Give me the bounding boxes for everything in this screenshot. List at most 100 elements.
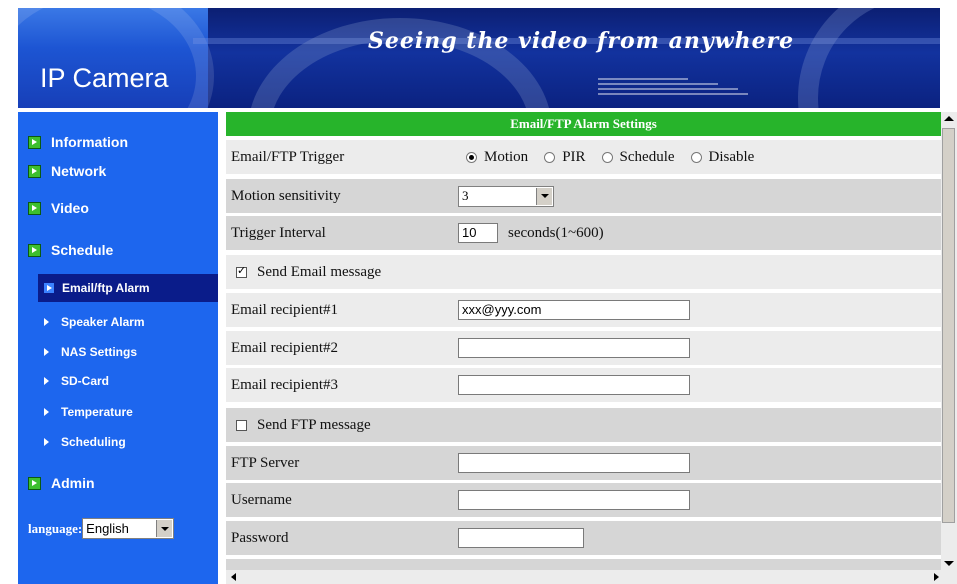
trigger-option-pir[interactable]: PIR xyxy=(544,148,586,166)
language-select[interactable]: English xyxy=(82,518,175,539)
sidebar-item-schedule[interactable]: Schedule xyxy=(28,242,113,258)
password-input[interactable] xyxy=(458,528,584,548)
recipient-2-input[interactable] xyxy=(458,338,690,358)
ftp-server-input[interactable] xyxy=(458,453,690,473)
chevron-down-icon xyxy=(156,520,173,537)
sidebar-subitem-label: NAS Settings xyxy=(61,345,138,359)
username-input[interactable] xyxy=(458,490,690,510)
send-ftp-row: Send FTP message xyxy=(226,408,941,442)
interval-unit: seconds(1~600) xyxy=(508,224,604,241)
banner-swirl xyxy=(798,8,940,108)
horizontal-scrollbar[interactable] xyxy=(226,570,957,584)
scroll-left-icon[interactable] xyxy=(231,573,236,581)
recipient-row-2: Email recipient#2 xyxy=(226,331,941,365)
sidebar-item-label: Schedule xyxy=(51,242,114,258)
next-row-partial xyxy=(226,559,941,570)
sensitivity-value-cell: 3 xyxy=(458,179,554,213)
ftp-server-value-cell xyxy=(458,446,690,480)
sidebar-subitem-temperature[interactable]: Temperature xyxy=(44,405,133,419)
sensitivity-value: 3 xyxy=(462,188,469,203)
send-ftp-option[interactable]: Send FTP message xyxy=(236,408,371,442)
sidebar-item-label: Video xyxy=(51,200,89,216)
username-value-cell xyxy=(458,483,690,517)
username-label: Username xyxy=(231,492,292,508)
green-arrow-icon xyxy=(28,476,41,490)
arrow-icon xyxy=(44,408,49,416)
sidebar-subitem-scheduling[interactable]: Scheduling xyxy=(44,435,126,449)
green-arrow-icon xyxy=(28,201,41,215)
password-row: Password xyxy=(226,521,941,555)
recipient-value-cell xyxy=(458,368,690,402)
scroll-thumb[interactable] xyxy=(942,128,955,523)
arrow-icon xyxy=(44,283,54,293)
sidebar-subitem-email-ftp-alarm[interactable]: Email/ftp Alarm xyxy=(38,274,218,302)
sensitivity-select[interactable]: 3 xyxy=(458,185,554,207)
scroll-down-icon[interactable] xyxy=(944,561,954,566)
option-label: Schedule xyxy=(619,148,675,165)
password-label: Password xyxy=(231,530,289,546)
sidebar-item-information[interactable]: Information xyxy=(28,134,128,150)
green-arrow-icon xyxy=(28,164,41,178)
sidebar-subitem-speaker-alarm[interactable]: Speaker Alarm xyxy=(44,315,145,329)
recipient-value-cell: xxx@yyy.com xyxy=(458,293,690,327)
arrow-icon xyxy=(44,348,49,356)
trigger-row: Email/FTP Trigger Motion PIR Schedule Di… xyxy=(226,140,941,174)
sidebar-item-admin[interactable]: Admin xyxy=(28,475,95,491)
green-arrow-icon xyxy=(28,243,41,257)
recipient-1-input[interactable]: xxx@yyy.com xyxy=(458,300,690,320)
sidebar-subitem-label: Speaker Alarm xyxy=(61,315,145,329)
ftp-server-row: FTP Server xyxy=(226,446,941,480)
scroll-right-icon[interactable] xyxy=(934,573,939,581)
chevron-down-icon xyxy=(536,187,552,205)
arrow-icon xyxy=(44,438,49,446)
recipient-label: Email recipient#2 xyxy=(231,340,339,356)
language-label: language: xyxy=(28,520,83,536)
sidebar-item-video[interactable]: Video xyxy=(28,200,89,216)
password-value-cell xyxy=(458,521,584,555)
arrow-icon xyxy=(44,377,49,385)
vertical-scrollbar[interactable] xyxy=(941,112,957,570)
option-label: PIR xyxy=(562,148,586,165)
banner-tagline: Seeing the video from anywhere xyxy=(368,28,795,54)
radio-icon xyxy=(690,151,702,163)
radio-selected-icon xyxy=(466,151,477,163)
sensitivity-label: Motion sensitivity xyxy=(231,188,341,204)
sidebar-subitem-nas-settings[interactable]: NAS Settings xyxy=(44,345,137,359)
sidebar-subitem-label: Email/ftp Alarm xyxy=(62,281,150,295)
scroll-up-icon[interactable] xyxy=(944,116,954,121)
ftp-server-label: FTP Server xyxy=(231,455,300,471)
sidebar-item-label: Network xyxy=(51,163,107,179)
trigger-option-disable[interactable]: Disable xyxy=(690,148,755,166)
banner-fine-print xyxy=(598,78,748,106)
recipient-3-input[interactable] xyxy=(458,375,690,395)
checkbox-icon xyxy=(236,419,247,431)
recipient-value-cell xyxy=(458,331,690,365)
arrow-icon xyxy=(44,318,49,326)
interval-input[interactable]: 10 xyxy=(458,223,498,243)
interval-value-cell: 10 seconds(1~600) xyxy=(458,216,604,250)
form-title: Email/FTP Alarm Settings xyxy=(226,112,941,136)
sidebar-subitem-label: Temperature xyxy=(61,405,133,419)
send-email-option[interactable]: Send Email message xyxy=(236,255,381,289)
recipient-row-1: Email recipient#1 xxx@yyy.com xyxy=(226,293,941,327)
send-email-row: Send Email message xyxy=(226,255,941,289)
trigger-option-schedule[interactable]: Schedule xyxy=(601,148,675,166)
checkbox-checked-icon xyxy=(236,264,247,278)
radio-icon xyxy=(601,151,613,163)
sidebar-subitem-label: SD-Card xyxy=(61,374,110,388)
send-ftp-label: Send FTP message xyxy=(257,416,371,433)
trigger-option-motion[interactable]: Motion xyxy=(466,149,528,166)
recipient-row-3: Email recipient#3 xyxy=(226,368,941,402)
sidebar-subitem-sd-card[interactable]: SD-Card xyxy=(44,374,109,388)
option-label: Disable xyxy=(708,148,755,165)
interval-row: Trigger Interval 10 seconds(1~600) xyxy=(226,216,941,250)
sensitivity-row: Motion sensitivity 3 xyxy=(226,179,941,213)
interval-label: Trigger Interval xyxy=(231,225,326,241)
sidebar-item-network[interactable]: Network xyxy=(28,163,106,179)
sidebar-subitem-label: Scheduling xyxy=(61,435,126,449)
green-arrow-icon xyxy=(28,135,41,149)
recipient-label: Email recipient#3 xyxy=(231,377,339,393)
brand-logo-text: IP Camera xyxy=(40,63,169,93)
recipient-label: Email recipient#1 xyxy=(231,302,339,318)
send-email-label: Send Email message xyxy=(257,263,382,280)
